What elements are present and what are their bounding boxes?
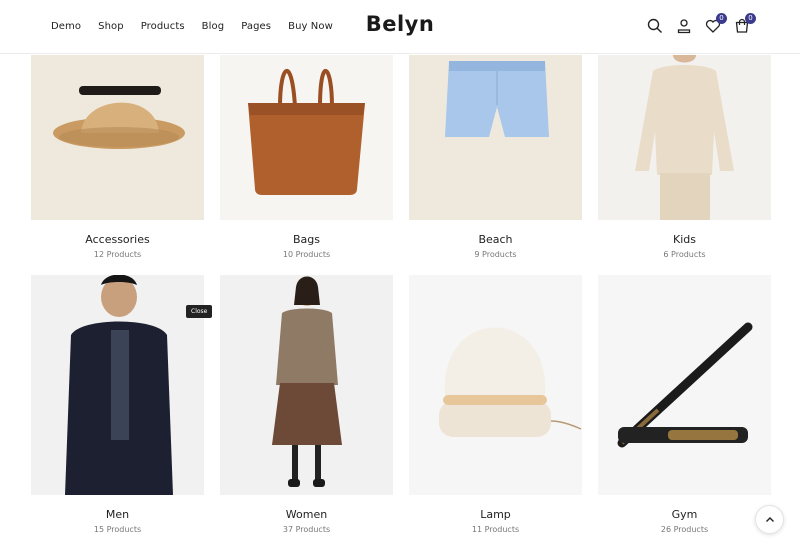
site-header: Demo Shop Products Blog Pages Buy Now Be… bbox=[0, 0, 800, 54]
category-count: 11 Products bbox=[471, 525, 520, 534]
category-card-accessories[interactable]: Accessories 12 Products bbox=[31, 55, 204, 259]
category-image[interactable] bbox=[409, 55, 582, 220]
category-count: 37 Products bbox=[282, 525, 331, 534]
category-count: 12 Products bbox=[93, 250, 142, 259]
kid-sweater-image bbox=[598, 55, 771, 220]
chevron-up-icon bbox=[765, 516, 774, 522]
category-name[interactable]: Men bbox=[31, 508, 204, 521]
category-name[interactable]: Gym bbox=[598, 508, 771, 521]
category-image[interactable] bbox=[31, 275, 204, 495]
blue-shorts-image bbox=[409, 55, 582, 220]
category-card-beach[interactable]: Beach 9 Products bbox=[409, 55, 582, 259]
leather-tote-image bbox=[220, 55, 393, 220]
dome-lamp-image bbox=[409, 275, 582, 495]
category-name[interactable]: Women bbox=[220, 508, 393, 521]
category-name[interactable]: Bags bbox=[220, 233, 393, 246]
category-count: 26 Products bbox=[660, 525, 709, 534]
category-image[interactable] bbox=[220, 275, 393, 495]
man-fur-jacket-image bbox=[31, 275, 204, 495]
category-card-lamp[interactable]: Lamp 11 Products bbox=[409, 275, 582, 534]
cart-icon[interactable]: 0 bbox=[734, 13, 756, 34]
category-image[interactable] bbox=[31, 55, 204, 220]
woman-cardigan-image bbox=[220, 275, 393, 495]
wishlist-count-badge: 0 bbox=[716, 13, 727, 24]
category-card-women[interactable]: Women 37 Products bbox=[220, 275, 393, 534]
category-image[interactable] bbox=[220, 55, 393, 220]
scroll-to-top-button[interactable] bbox=[755, 505, 784, 534]
category-count: 10 Products bbox=[282, 250, 331, 259]
category-image[interactable] bbox=[598, 55, 771, 220]
wishlist-icon[interactable]: 0 bbox=[705, 13, 727, 34]
account-icon[interactable] bbox=[676, 18, 692, 34]
category-count: 9 Products bbox=[474, 250, 517, 259]
header-actions: 0 0 bbox=[647, 13, 756, 34]
category-count: 6 Products bbox=[663, 250, 706, 259]
close-tooltip[interactable]: Close bbox=[186, 305, 213, 318]
category-name[interactable]: Accessories bbox=[31, 233, 204, 246]
baseball-bat-image bbox=[598, 275, 771, 495]
category-image[interactable] bbox=[598, 275, 771, 495]
category-card-men[interactable]: Men 15 Products bbox=[31, 275, 204, 534]
category-image[interactable] bbox=[409, 275, 582, 495]
search-icon[interactable] bbox=[647, 18, 663, 34]
straw-hat-image bbox=[31, 55, 204, 220]
category-name[interactable]: Beach bbox=[409, 233, 582, 246]
category-name[interactable]: Kids bbox=[598, 233, 771, 246]
category-card-kids[interactable]: Kids 6 Products bbox=[598, 55, 771, 259]
category-count: 15 Products bbox=[93, 525, 142, 534]
cart-count-badge: 0 bbox=[745, 13, 756, 24]
category-card-gym[interactable]: Gym 26 Products bbox=[598, 275, 771, 534]
category-card-bags[interactable]: Bags 10 Products bbox=[220, 55, 393, 259]
category-name[interactable]: Lamp bbox=[409, 508, 582, 521]
